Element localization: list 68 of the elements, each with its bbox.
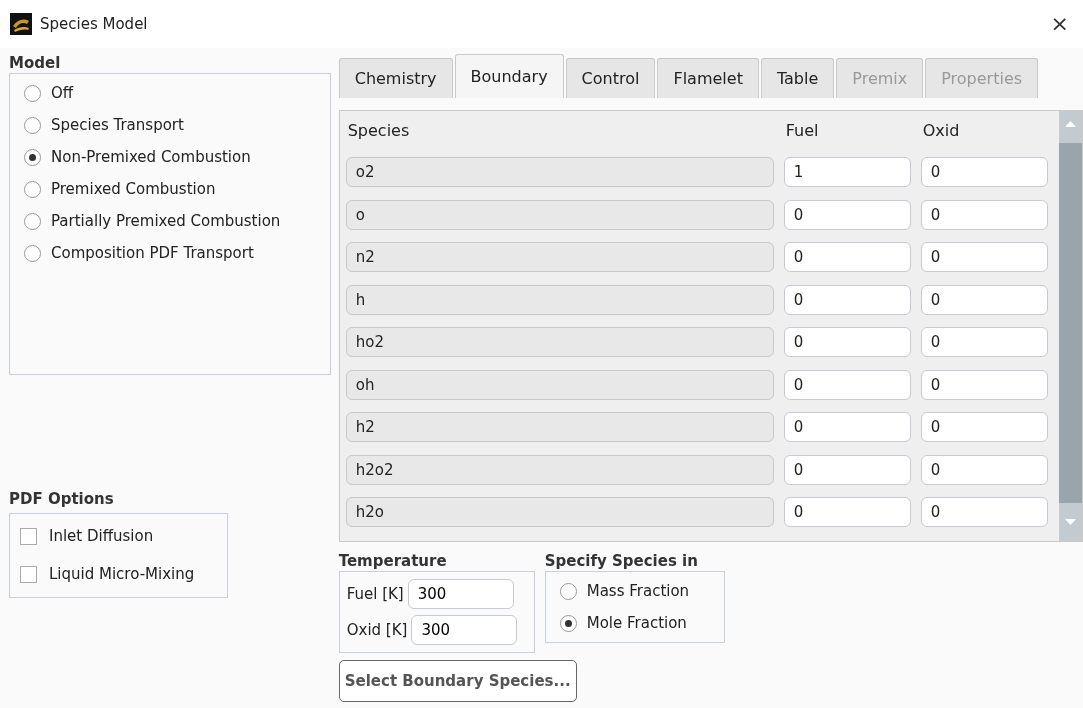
fuel-input[interactable]: 0 bbox=[783, 369, 911, 400]
oxid-input[interactable]: 0 bbox=[920, 157, 1048, 188]
fuel-input[interactable]: 0 bbox=[783, 454, 911, 485]
option-label: Non-Premixed Combustion bbox=[51, 146, 251, 168]
option-label: Liquid Micro-Mixing bbox=[49, 563, 195, 585]
tab[interactable]: Chemistry bbox=[338, 58, 453, 98]
species-name-field: o bbox=[345, 199, 774, 230]
oxid-input[interactable]: 0 bbox=[920, 497, 1048, 528]
checkbox[interactable] bbox=[20, 527, 37, 545]
column-header: Fuel bbox=[784, 120, 820, 142]
species-name-field: ho2 bbox=[345, 327, 774, 358]
group-title: Temperature bbox=[338, 551, 448, 571]
option-label: Premixed Combustion bbox=[51, 178, 216, 200]
option-label: Inlet Diffusion bbox=[49, 525, 154, 547]
option-label: Mole Fraction bbox=[586, 612, 687, 634]
oxid-input[interactable]: 0 bbox=[920, 327, 1048, 358]
column-header: Oxid bbox=[921, 120, 961, 142]
radio-button[interactable] bbox=[24, 148, 41, 166]
radio-button[interactable] bbox=[559, 582, 577, 600]
oxid-input[interactable]: 0 bbox=[920, 369, 1048, 400]
select-boundary-species-button[interactable]: Select Boundary Species... bbox=[338, 660, 577, 702]
fuel-input[interactable]: 0 bbox=[783, 242, 911, 273]
field-label: Fuel [K] bbox=[346, 583, 404, 605]
species-name-field: n2 bbox=[345, 242, 774, 273]
species-name-field: h2 bbox=[345, 412, 774, 443]
option-label: Off bbox=[51, 82, 74, 104]
option-label: Mass Fraction bbox=[586, 580, 690, 602]
option-label: Partially Premixed Combustion bbox=[51, 210, 281, 232]
window-title: Species Model bbox=[40, 13, 148, 35]
group-title: PDF Options bbox=[9, 489, 115, 509]
temperature-input[interactable]: 300 bbox=[411, 615, 518, 645]
oxid-input[interactable]: 0 bbox=[920, 242, 1048, 273]
field-label: Oxid [K] bbox=[346, 619, 408, 641]
scrollbar[interactable] bbox=[1059, 111, 1082, 541]
fuel-input[interactable]: 0 bbox=[783, 497, 911, 528]
temperature-input[interactable]: 300 bbox=[407, 579, 514, 609]
tab[interactable]: Control bbox=[565, 58, 656, 98]
oxid-input[interactable]: 0 bbox=[920, 412, 1048, 443]
fuel-input[interactable]: 0 bbox=[783, 284, 911, 315]
species-name-field: oh bbox=[345, 369, 774, 400]
tab[interactable]: Boundary bbox=[454, 54, 564, 98]
close-button[interactable]: × bbox=[1046, 13, 1073, 35]
fuel-input[interactable]: 1 bbox=[783, 157, 911, 188]
radio-button[interactable] bbox=[24, 84, 41, 102]
species-name-field: h bbox=[345, 284, 774, 315]
radio-button[interactable] bbox=[24, 244, 41, 262]
radio-button[interactable] bbox=[24, 116, 41, 134]
option-label: Composition PDF Transport bbox=[51, 242, 254, 264]
tab[interactable]: Flamelet bbox=[657, 58, 759, 98]
oxid-input[interactable]: 0 bbox=[920, 454, 1048, 485]
column-header: Species bbox=[346, 120, 411, 142]
app-logo-icon bbox=[10, 13, 32, 35]
radio-button[interactable] bbox=[24, 212, 41, 230]
fuel-input[interactable]: 0 bbox=[783, 327, 911, 358]
species-name-field: h2o bbox=[345, 497, 774, 528]
group-title: Specify Species in bbox=[544, 551, 699, 571]
oxid-input[interactable]: 0 bbox=[920, 199, 1048, 230]
radio-button[interactable] bbox=[559, 614, 577, 632]
group-title: Model bbox=[9, 53, 62, 73]
checkbox[interactable] bbox=[20, 565, 37, 583]
option-label: Species Transport bbox=[51, 114, 184, 136]
species-name-field: h2o2 bbox=[345, 454, 774, 485]
radio-button[interactable] bbox=[24, 180, 41, 198]
tab[interactable]: Table bbox=[760, 58, 835, 98]
fuel-input[interactable]: 0 bbox=[783, 199, 911, 230]
species-name-field: o2 bbox=[345, 157, 774, 188]
oxid-input[interactable]: 0 bbox=[920, 284, 1048, 315]
fuel-input[interactable]: 0 bbox=[783, 412, 911, 443]
